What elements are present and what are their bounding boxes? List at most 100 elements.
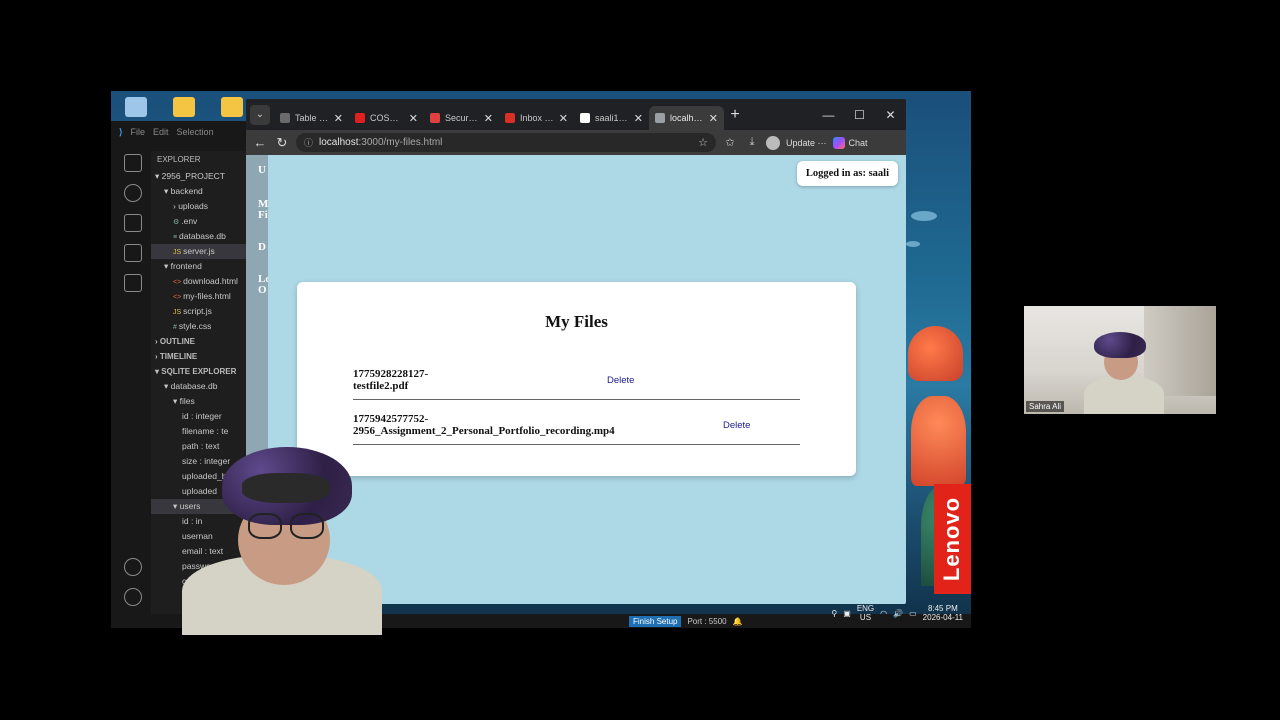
tree-chevron-icon[interactable]: ▾ bbox=[155, 171, 162, 181]
tree-item[interactable]: ▾ 2956_PROJECT bbox=[151, 169, 251, 184]
extensions-icon[interactable] bbox=[124, 274, 142, 292]
folder-icon[interactable] bbox=[173, 97, 195, 117]
finish-setup-button[interactable]: Finish Setup bbox=[629, 615, 682, 627]
delete-button[interactable]: Delete bbox=[723, 420, 750, 431]
close-tab-icon[interactable]: ✕ bbox=[634, 112, 643, 125]
browser-tab[interactable]: Inbox (371) ✕ bbox=[499, 106, 574, 130]
tree-item[interactable]: ▾ SQLITE EXPLORER bbox=[151, 364, 251, 379]
tab-actions-chevron-icon[interactable]: ⌄ bbox=[250, 104, 270, 125]
close-tab-icon[interactable]: ✕ bbox=[559, 112, 568, 125]
menu-edit[interactable]: Edit bbox=[153, 127, 169, 137]
browser-tab[interactable]: Table of Co ✕ bbox=[274, 106, 349, 130]
tab-favicon-icon bbox=[355, 113, 365, 123]
browser-tab[interactable]: Secure File ✕ bbox=[424, 106, 499, 130]
delete-button[interactable]: Delete bbox=[607, 375, 634, 386]
nav-item-download[interactable]: D bbox=[258, 242, 266, 253]
update-button[interactable]: Update ··· bbox=[786, 138, 827, 148]
tree-item[interactable]: › OUTLINE bbox=[151, 334, 251, 349]
clock[interactable]: 8:45 PM 2026-04-11 bbox=[923, 604, 963, 622]
tree-item[interactable]: filename : te bbox=[151, 424, 251, 439]
copilot-chat-button[interactable]: Chat bbox=[832, 136, 868, 149]
tree-item[interactable]: ▾ backend bbox=[151, 184, 251, 199]
lang-top: ENG bbox=[856, 604, 875, 613]
copilot-icon bbox=[832, 136, 845, 149]
tree-item-label: style.css bbox=[178, 321, 212, 331]
tree-item[interactable]: JS script.js bbox=[151, 304, 251, 319]
tree-item[interactable]: › TIMELINE bbox=[151, 349, 251, 364]
close-window-icon[interactable]: ✕ bbox=[875, 108, 906, 122]
port-indicator[interactable]: Port : 5500 bbox=[687, 617, 726, 626]
source-control-icon[interactable] bbox=[124, 214, 142, 232]
tree-item[interactable]: <> download.html bbox=[151, 274, 251, 289]
tree-item[interactable]: JS server.js bbox=[151, 244, 251, 259]
address-bar[interactable]: ⓘ localhost:3000/my-files.html ☆ bbox=[296, 133, 716, 152]
tray-app-icon[interactable]: ▣ bbox=[843, 609, 851, 618]
tree-item[interactable]: id : integer bbox=[151, 409, 251, 424]
nav-item-my-files[interactable]: M Fi bbox=[258, 199, 268, 221]
tree-item[interactable]: # style.css bbox=[151, 319, 251, 334]
tree-item[interactable]: ▾ frontend bbox=[151, 259, 251, 274]
tree-item[interactable]: ≡ database.db bbox=[151, 229, 251, 244]
tab-strip: ⌄ Table of Co✕COSC2956✕Secure File✕Inbox… bbox=[246, 99, 906, 130]
tree-item[interactable]: <> my-files.html bbox=[151, 289, 251, 304]
tree-chevron-icon[interactable]: ▾ bbox=[164, 261, 171, 271]
favorites-icon[interactable]: ✩ bbox=[722, 136, 738, 149]
close-tab-icon[interactable]: ✕ bbox=[709, 112, 718, 125]
site-info-icon[interactable]: ⓘ bbox=[304, 136, 313, 149]
file-type-icon: <> bbox=[173, 279, 184, 286]
search-icon[interactable] bbox=[124, 184, 142, 202]
new-tab-plus-icon[interactable]: + bbox=[724, 106, 746, 124]
tree-chevron-icon[interactable]: ▾ bbox=[164, 381, 171, 391]
downloads-icon[interactable]: ⤓ bbox=[744, 136, 760, 149]
tree-item-label: id : integer bbox=[182, 411, 222, 421]
hat bbox=[1094, 332, 1146, 358]
tree-item[interactable]: ▾ database.db bbox=[151, 379, 251, 394]
tab-label: saali1999/2 bbox=[595, 113, 629, 123]
tab-favicon-icon bbox=[655, 113, 665, 123]
settings-gear-icon[interactable] bbox=[124, 588, 142, 606]
tab-favicon-icon bbox=[280, 113, 290, 123]
browser-tab[interactable]: COSC2956 ✕ bbox=[349, 106, 424, 130]
run-debug-icon[interactable] bbox=[124, 244, 142, 262]
reload-icon[interactable]: ↻ bbox=[274, 135, 290, 151]
tree-chevron-icon[interactable]: ▾ bbox=[164, 186, 171, 196]
tree-item[interactable]: ▾ files bbox=[151, 394, 251, 409]
explorer-icon[interactable] bbox=[124, 154, 142, 172]
profile-avatar[interactable] bbox=[766, 135, 780, 150]
back-arrow-icon[interactable]: ← bbox=[252, 135, 268, 150]
account-icon[interactable] bbox=[124, 558, 142, 576]
browser-tab[interactable]: saali1999/2 ✕ bbox=[574, 106, 649, 130]
file-name: 1775942577752- 2956_Assignment_2_Persona… bbox=[353, 413, 615, 437]
chat-label: Chat bbox=[848, 137, 868, 148]
volume-icon[interactable]: 🔊 bbox=[893, 609, 903, 618]
tree-item[interactable]: ⚙ .env bbox=[151, 214, 251, 229]
favorite-star-icon[interactable]: ☆ bbox=[698, 136, 708, 149]
tree-chevron-icon[interactable]: ▾ bbox=[173, 396, 180, 406]
tree-item[interactable]: › uploads bbox=[151, 199, 251, 214]
recycle-bin-icon[interactable] bbox=[125, 97, 147, 117]
url-path: :3000/my-files.html bbox=[358, 137, 443, 148]
browser-tab[interactable]: localhost:30 ✕ bbox=[649, 106, 724, 130]
folder-icon[interactable] bbox=[221, 97, 243, 117]
nav-item-logout[interactable]: Lo O bbox=[258, 274, 268, 296]
nav-item-upload[interactable]: U bbox=[258, 165, 266, 176]
tray-network-icon[interactable]: ⚲ bbox=[831, 609, 837, 618]
presenter-webcam bbox=[160, 445, 400, 635]
file-name: 1775928228127- testfile2.pdf bbox=[353, 368, 429, 392]
minimize-icon[interactable]: — bbox=[813, 108, 844, 122]
menu-file[interactable]: File bbox=[131, 127, 146, 137]
close-tab-icon[interactable]: ✕ bbox=[409, 112, 418, 125]
tree-item-label: 2956_PROJECT bbox=[161, 171, 225, 181]
tree-item-label: frontend bbox=[170, 261, 202, 271]
close-tab-icon[interactable]: ✕ bbox=[334, 112, 343, 125]
notifications-bell-icon[interactable]: 🔔 bbox=[733, 617, 743, 626]
maximize-icon[interactable]: ☐ bbox=[844, 108, 875, 122]
tree-item-label: uploads bbox=[178, 201, 208, 211]
participant-name-label: Sahra Ali bbox=[1026, 401, 1065, 412]
menu-selection[interactable]: Selection bbox=[177, 127, 214, 137]
wifi-icon[interactable]: ◠ bbox=[880, 609, 887, 618]
close-tab-icon[interactable]: ✕ bbox=[484, 112, 493, 125]
activity-bar bbox=[119, 145, 147, 625]
battery-icon[interactable]: ▭ bbox=[909, 609, 917, 618]
language-indicator[interactable]: ENG US bbox=[857, 604, 874, 622]
